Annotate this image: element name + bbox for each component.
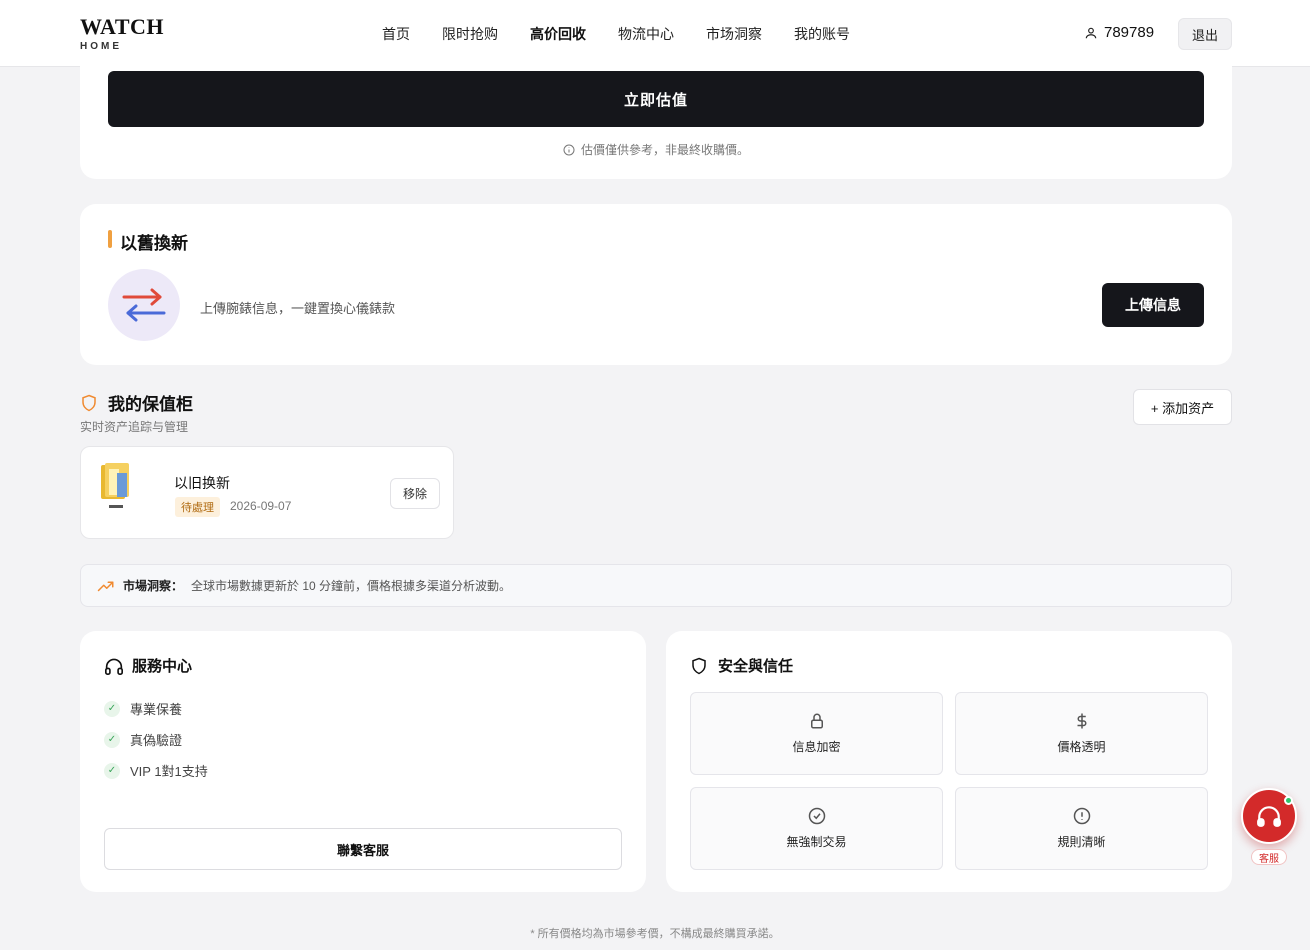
trade-in-card: 以舊換新 上傳腕錶信息，一鍵置換心儀錶款 上傳信息: [80, 204, 1232, 365]
alert-circle-icon: [1073, 807, 1090, 825]
security-header: 安全與信任: [690, 655, 793, 676]
security-title: 安全與信任: [718, 658, 794, 675]
remove-button[interactable]: 移除: [390, 478, 440, 509]
add-asset-button[interactable]: + 添加资产: [1133, 389, 1232, 425]
service-item: ✓ 專業保養: [104, 693, 208, 724]
service-header: 服務中心: [104, 655, 192, 676]
market-label: 市場洞察：: [123, 579, 184, 593]
check-icon: ✓: [104, 731, 120, 748]
security-tile-rules: 規則清晰: [955, 787, 1208, 870]
headset-icon: [1257, 806, 1281, 827]
service-item-label: VIP 1對1支持: [130, 764, 208, 779]
asset-name: 以旧换新: [174, 475, 230, 491]
contact-support-button[interactable]: 聯繫客服: [104, 828, 622, 870]
asset-card: 以旧换新 待處理 2026-09-07 移除: [80, 446, 454, 539]
estimate-button[interactable]: 立即估值: [108, 71, 1204, 127]
user-icon: [1085, 27, 1097, 38]
market-insight-banner: 市場洞察： 全球市場數據更新於 10 分鐘前，價格根據多渠道分析波動。: [80, 564, 1232, 607]
estimate-card: 立即估值 估價僅供參考，非最終收購價。: [80, 50, 1232, 179]
service-list: ✓ 專業保養 ✓ 真偽驗證 ✓ VIP 1對1支持: [104, 693, 208, 786]
service-item: ✓ 真偽驗證: [104, 724, 208, 755]
service-title: 服務中心: [132, 658, 193, 675]
support-label[interactable]: 客服: [1251, 849, 1287, 865]
user-info[interactable]: 789789: [1084, 24, 1154, 41]
service-item: ✓ VIP 1對1支持: [104, 755, 208, 786]
logout-button[interactable]: 退出: [1178, 18, 1232, 50]
logo-main-text: WATCH: [80, 14, 164, 39]
tile-label: 無強制交易: [786, 835, 847, 849]
vault-header: 我的保值柜: [80, 390, 193, 415]
check-icon: ✓: [104, 762, 120, 779]
vault-subtitle: 实时资产追踪与管理: [80, 420, 189, 434]
disclaimer-text: 估價僅供參考，非最終收購價。: [580, 143, 749, 157]
service-item-label: 專業保養: [130, 702, 183, 717]
accent-bar: [108, 230, 112, 248]
service-item-label: 真偽驗證: [130, 733, 183, 748]
support-fab[interactable]: [1241, 788, 1297, 844]
tile-label: 信息加密: [792, 740, 841, 754]
check-icon: ✓: [104, 700, 120, 717]
trade-in-description: 上傳腕錶信息，一鍵置換心儀錶款: [200, 301, 396, 316]
security-tile-price: 價格透明: [955, 692, 1208, 775]
lock-icon: [810, 713, 823, 729]
headphones-icon: [105, 658, 123, 675]
folder-icon: [99, 461, 133, 511]
status-badge: 待處理: [175, 497, 220, 517]
shield-icon: [82, 394, 96, 411]
logo[interactable]: WATCH HOME: [80, 14, 164, 53]
vault-title: 我的保值柜: [108, 395, 193, 414]
asset-date: 2026-09-07: [230, 499, 292, 513]
market-text: 全球市場數據更新於 10 分鐘前，價格根據多渠道分析波動。: [191, 579, 512, 593]
security-tile-encryption: 信息加密: [690, 692, 943, 775]
swap-icon: [108, 269, 180, 341]
info-icon: [563, 144, 575, 155]
username: 789789: [1104, 24, 1155, 41]
service-center-card: 服務中心 ✓ 專業保養 ✓ 真偽驗證 ✓ VIP 1對1支持 聯繫客服: [80, 631, 646, 892]
tile-label: 價格透明: [1057, 740, 1106, 754]
online-status-dot: [1284, 796, 1293, 805]
estimate-disclaimer: 估價僅供參考，非最終收購價。: [80, 141, 1232, 158]
tile-label: 規則清晰: [1057, 835, 1106, 849]
trade-in-title: 以舊換新: [120, 234, 188, 253]
shield-icon: [692, 657, 706, 674]
trending-up-icon: [97, 581, 114, 591]
security-card: 安全與信任 信息加密 價格透明 無強制交易 規則清晰: [666, 631, 1232, 892]
footer-note: * 所有價格均為市場參考價，不構成最終購買承諾。: [530, 928, 780, 940]
check-circle-icon: [808, 807, 825, 825]
dollar-icon: [1077, 713, 1086, 729]
upload-info-button[interactable]: 上傳信息: [1102, 283, 1204, 327]
security-tile-no-force: 無強制交易: [690, 787, 943, 870]
